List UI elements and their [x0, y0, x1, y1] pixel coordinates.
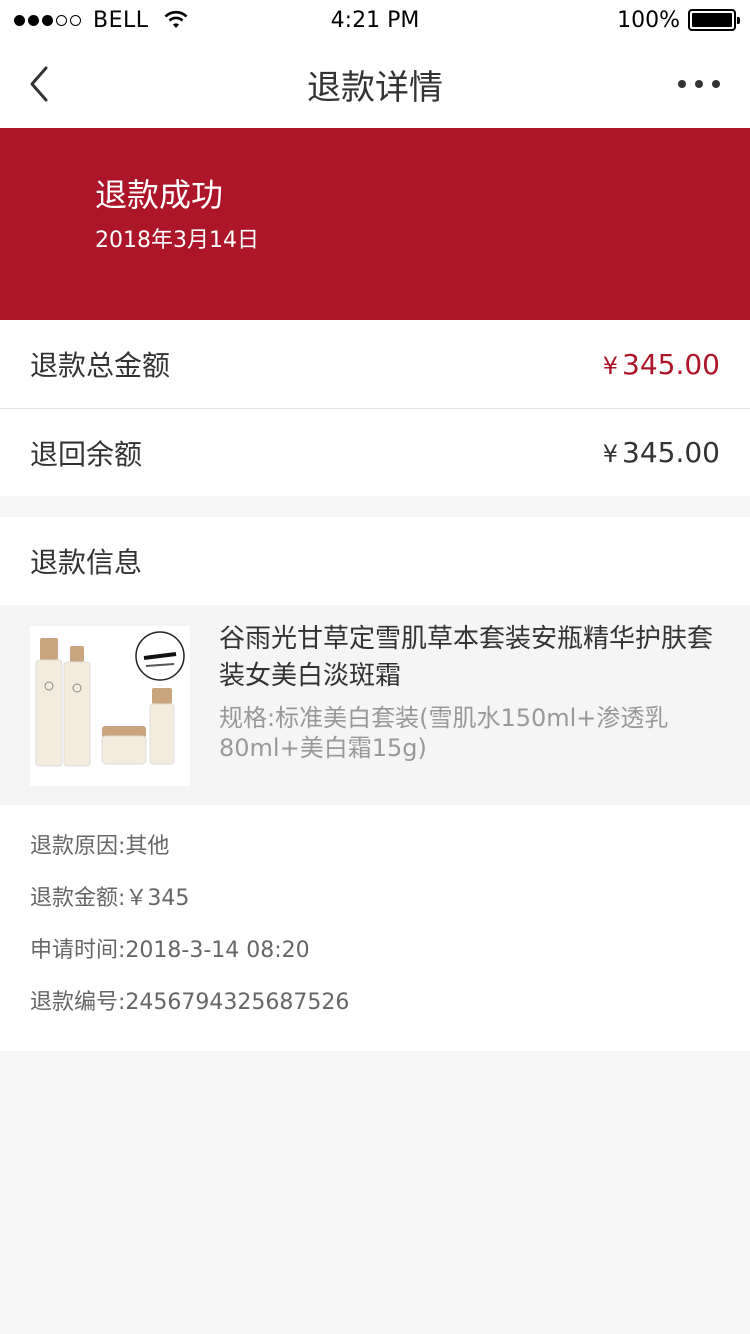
total-refund-label: 退款总金额	[30, 349, 171, 382]
refund-reason: 退款原因:其他	[30, 834, 170, 859]
refund-info-header: 退款信息	[30, 546, 143, 579]
total-refund-amount: ¥345.00	[603, 348, 720, 381]
status-bar: BELL 4:21 PM 100%	[0, 0, 750, 40]
product-image[interactable]	[30, 626, 190, 786]
back-arrow-icon[interactable]	[26, 64, 54, 104]
status-time: 4:21 PM	[330, 7, 420, 33]
returned-balance-amount: ¥345.00	[603, 436, 720, 469]
refund-status-text: 退款成功	[95, 176, 224, 214]
returned-balance-row: 退回余额 ¥345.00	[0, 408, 750, 496]
status-left: BELL	[14, 8, 274, 33]
refund-date: 2018年3月14日	[95, 228, 259, 253]
total-refund-value: 345.00	[622, 347, 720, 381]
battery-icon	[688, 9, 740, 31]
battery-percent: 100%	[617, 7, 680, 33]
product-spec: 规格:标准美白套装(雪肌水150ml+渗透乳80ml+美白霜15g)	[219, 704, 669, 762]
refund-info-section: 退款信息 谷雨光甘草定雪肌草本套装安瓶精华护肤套装女美白淡斑霜 规格:标准美白套…	[0, 517, 750, 1051]
carrier-label: BELL	[93, 7, 149, 33]
more-options-icon[interactable]	[678, 80, 720, 88]
refund-amount: 退款金额:￥345	[30, 886, 190, 911]
product-card[interactable]: 谷雨光甘草定雪肌草本套装安瓶精华护肤套装女美白淡斑霜 规格:标准美白套装(雪肌水…	[0, 605, 750, 805]
signal-icon	[14, 14, 81, 26]
page-title: 退款详情	[307, 67, 443, 108]
returned-balance-label: 退回余额	[30, 437, 143, 471]
refund-number: 退款编号:2456794325687526	[30, 990, 350, 1015]
returned-balance-value: 345.00	[622, 436, 720, 469]
yen-symbol: ¥	[602, 440, 619, 468]
refund-details: 退款原因:其他 退款金额:￥345 申请时间:2018-3-14 08:20 退…	[0, 805, 750, 1051]
product-title[interactable]: 谷雨光甘草定雪肌草本套装安瓶精华护肤套装女美白淡斑霜	[219, 621, 719, 695]
total-refund-row: 退款总金额 ¥345.00	[0, 320, 750, 408]
product-illustration	[30, 626, 190, 786]
yen-symbol: ¥	[602, 351, 619, 380]
wifi-icon	[164, 10, 187, 28]
nav-bar: 退款详情	[0, 40, 750, 128]
apply-time: 申请时间:2018-3-14 08:20	[30, 938, 310, 963]
refund-status-banner: 退款成功 2018年3月14日	[0, 128, 750, 320]
status-right: 100%	[476, 7, 740, 33]
amount-section: 退款总金额 ¥345.00 退回余额 ¥345.00	[0, 320, 750, 496]
